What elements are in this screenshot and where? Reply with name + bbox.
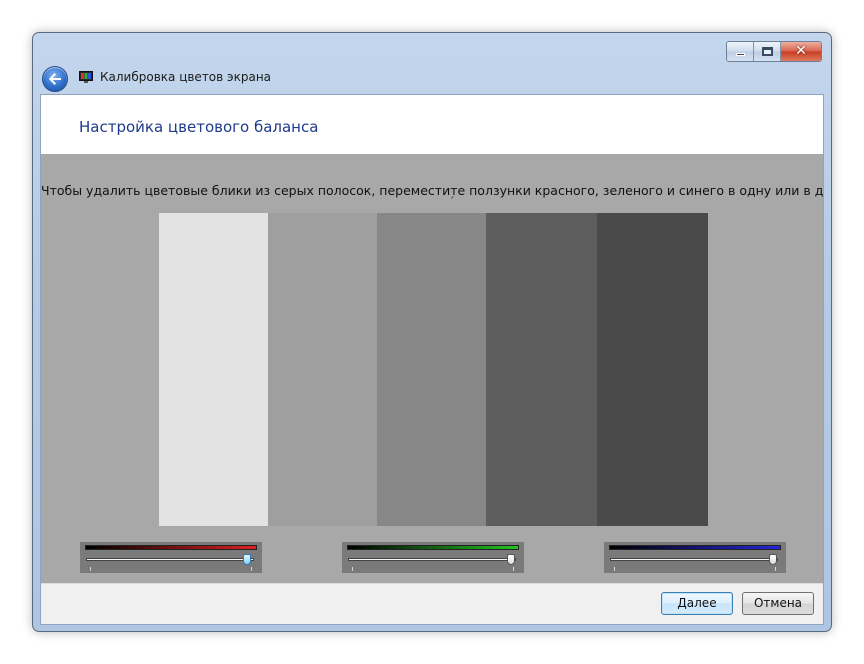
cancel-button[interactable]: Отмена [742, 592, 814, 615]
gray-bar [486, 213, 597, 526]
slider-tick [775, 567, 776, 571]
back-arrow-icon [49, 73, 61, 85]
gray-bar [159, 213, 268, 526]
slider-tick [90, 567, 91, 571]
blue-slider-thumb[interactable] [769, 554, 777, 565]
slider-groove [348, 558, 516, 561]
slider-groove [86, 558, 254, 561]
slider-tick [614, 567, 615, 571]
slider-groove [610, 558, 778, 561]
blue-gradient [609, 545, 781, 550]
green-gradient [347, 545, 519, 550]
gray-bars [159, 213, 708, 526]
red-slider-thumb[interactable] [243, 554, 251, 565]
minimize-button[interactable] [727, 42, 754, 61]
calibration-window: ✕ Калибровка цветов экрана Настройка цве… [32, 32, 832, 632]
back-button[interactable] [42, 66, 68, 92]
slider-tick [251, 567, 252, 571]
wizard-footer: Далее Отмена [41, 583, 823, 624]
close-icon: ✕ [795, 43, 807, 59]
instruction-tail-text: ´ [449, 195, 455, 208]
window-title: Калибровка цветов экрана [100, 70, 272, 84]
monitor-color-icon [79, 71, 93, 83]
gray-bar [268, 213, 377, 526]
slider-tick [352, 567, 353, 571]
blue-slider[interactable] [604, 542, 786, 573]
next-button[interactable]: Далее [661, 592, 733, 615]
page-title: Настройка цветового баланса [79, 118, 319, 136]
green-slider-thumb[interactable] [507, 554, 515, 565]
wizard-content: Настройка цветового баланса Чтобы удалит… [40, 94, 824, 625]
caption-buttons: ✕ [726, 41, 822, 62]
calibration-panel: Чтобы удалить цветовые блики из серых по… [41, 154, 823, 583]
maximize-button[interactable] [754, 42, 781, 61]
green-slider[interactable] [342, 542, 524, 573]
maximize-icon [762, 47, 773, 56]
gray-bar [377, 213, 486, 526]
instruction-text: Чтобы удалить цветовые блики из серых по… [41, 183, 824, 198]
slider-tick [513, 567, 514, 571]
red-slider[interactable] [80, 542, 262, 573]
red-gradient [85, 545, 257, 550]
gray-bar [597, 213, 708, 526]
minimize-icon [736, 53, 745, 56]
wizard-header: Настройка цветового баланса [41, 95, 823, 154]
close-button[interactable]: ✕ [781, 42, 821, 61]
